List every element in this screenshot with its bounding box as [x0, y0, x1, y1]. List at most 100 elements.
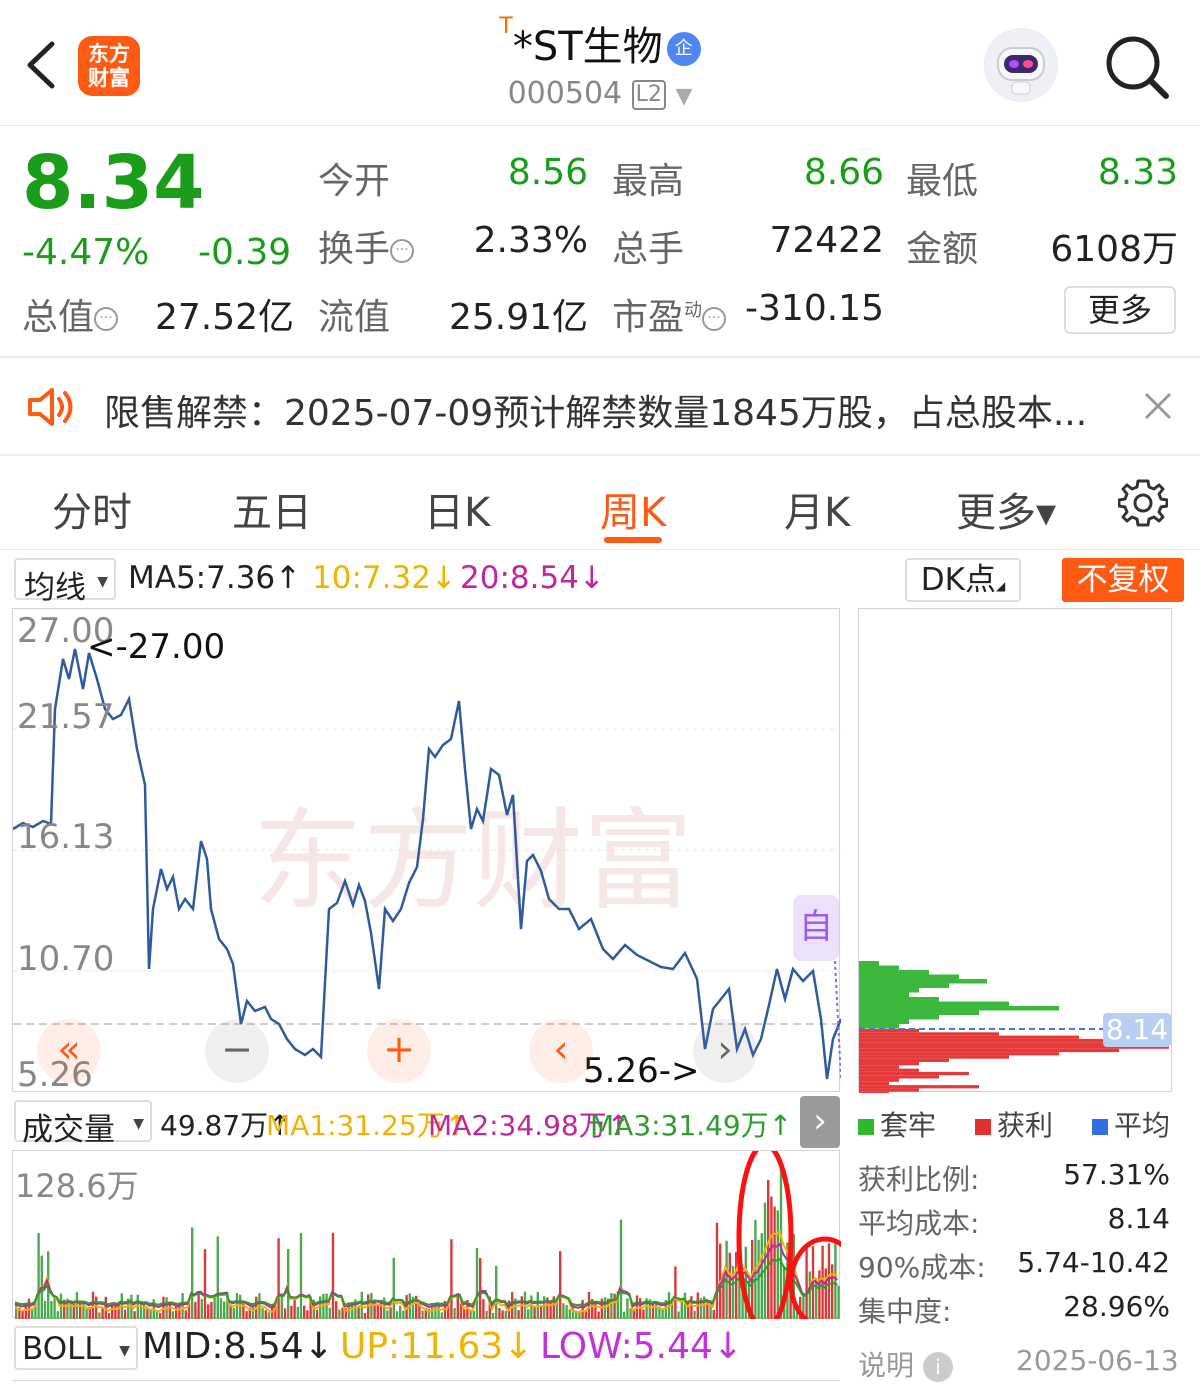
y-label-3: 16.13 [17, 817, 115, 857]
volume-bar [475, 1248, 479, 1319]
stock-code: 000504 [507, 76, 623, 111]
volume-bar [456, 1293, 459, 1319]
volume-bar [50, 1300, 53, 1319]
more-quote-button[interactable]: 更多 [1064, 286, 1176, 334]
tab-monthly-k[interactable]: 月K [784, 480, 850, 538]
stock-name: *ST生物 [512, 24, 663, 70]
self-select-marker[interactable]: 自 [793, 895, 839, 961]
tab-fenshi[interactable]: 分时 [52, 480, 132, 538]
volume-bar [693, 1310, 696, 1319]
chip-bar [859, 1062, 919, 1066]
chip-bar [859, 1001, 1009, 1006]
zoom-in-icon[interactable]: + [367, 1019, 431, 1083]
zoom-out-icon[interactable]: − [205, 1019, 269, 1083]
volume-bar [805, 1246, 808, 1319]
avg-cost-label: 平均成本: [858, 1207, 980, 1240]
volume-bar [399, 1305, 402, 1319]
chip-bar [859, 1006, 1059, 1011]
notice-text[interactable]: 限售解禁：2025-07-09预计解禁数量1845万股，占总股本... [104, 384, 1087, 436]
volume-selector[interactable]: 成交量 ▼ [14, 1100, 152, 1148]
float-value: 25.91亿 [448, 297, 588, 338]
volume-bar [296, 1306, 299, 1319]
volume-chart-panel[interactable]: 128.6万 [12, 1142, 862, 1332]
volume-bar [386, 1310, 389, 1319]
chip-bar [859, 1075, 939, 1079]
volume-bar [197, 1292, 200, 1319]
tab-daily-k[interactable]: 日K [424, 480, 490, 538]
boll-low: LOW:5.44↓ [540, 1326, 744, 1367]
volume-bar [280, 1295, 283, 1319]
high-value: 8.66 [803, 152, 884, 193]
volume-bar [210, 1301, 213, 1319]
active-tab-underline [604, 537, 662, 543]
kline-chart-panel[interactable]: 东方财富 27.00 21.57 16.13 10.70 5.26 <-27.0… [12, 608, 841, 1095]
volume-bar [261, 1308, 264, 1319]
volume-bar [495, 1265, 498, 1319]
legend-average: 平均 [1092, 1104, 1170, 1144]
tab-five-day[interactable]: 五日 [232, 480, 312, 538]
step-right-icon[interactable]: › [693, 1019, 757, 1083]
volume-bar [392, 1257, 395, 1319]
tab-weekly-k[interactable]: 周K [600, 480, 666, 538]
volume-bar [133, 1311, 136, 1319]
boll-selector[interactable]: BOLL ▼ [14, 1326, 138, 1370]
chip-bar [859, 1038, 1119, 1043]
pe-value: -310.15 [745, 288, 884, 329]
volume-bar [171, 1311, 175, 1319]
min-price-annotation: 5.26-> [583, 1051, 700, 1091]
chip-green-bars [859, 961, 1059, 1029]
dk-point-button[interactable]: DK点◢ [905, 558, 1021, 602]
chip-bar [859, 970, 929, 975]
volume-bar [79, 1302, 82, 1319]
expand-arrow-icon[interactable]: › [800, 1096, 840, 1148]
volume-bar [232, 1307, 235, 1319]
volume-bar [776, 1210, 779, 1319]
volume-bar [123, 1309, 127, 1319]
pe-label[interactable]: 市盈动 ··· [612, 288, 727, 340]
volume-bar [642, 1309, 645, 1319]
chip-bar [859, 1024, 899, 1029]
volume-bar [539, 1306, 543, 1319]
no-adjust-button[interactable]: 不复权 [1062, 558, 1184, 602]
ma-selector[interactable]: 均线 ▼ [14, 558, 116, 606]
volume-bar [827, 1243, 831, 1319]
rewind-icon[interactable]: « [37, 1019, 101, 1083]
avg-cost-tag: 8.14 [1103, 1013, 1171, 1047]
search-icon[interactable] [1102, 32, 1172, 102]
volume-bar [203, 1249, 207, 1319]
volume-bar [293, 1299, 296, 1319]
volume-bar [501, 1310, 504, 1319]
gear-icon[interactable] [1118, 478, 1168, 528]
assistant-robot-icon[interactable] [984, 28, 1058, 102]
chip-bar [859, 1055, 1009, 1059]
explain-link[interactable]: 说明 i [858, 1344, 953, 1384]
volume-bar [287, 1249, 290, 1319]
volume-bar [191, 1227, 194, 1319]
chip-bar [859, 979, 987, 984]
volume-bar [808, 1271, 811, 1319]
mktcap-label[interactable]: 总值 ··· [22, 288, 119, 340]
info-icon: ··· [94, 307, 119, 331]
volume-bar [53, 1295, 56, 1319]
step-left-icon[interactable]: ‹ [529, 1019, 593, 1083]
close-icon[interactable] [1144, 392, 1172, 420]
chip-distribution-panel[interactable]: 8.14 [858, 608, 1172, 1095]
tab-more[interactable]: 更多▾ [956, 480, 1056, 538]
max-price-annotation: <-27.00 [87, 627, 226, 667]
chip-bar [859, 1088, 919, 1092]
volume-bar [283, 1308, 287, 1319]
volume-bar [56, 1311, 59, 1319]
cost90-label: 90%成本: [858, 1251, 986, 1284]
volume-bar [223, 1301, 226, 1319]
volume-bar [482, 1299, 485, 1319]
info-icon: ··· [702, 307, 727, 331]
volume-bar [251, 1305, 255, 1319]
volume-bar [440, 1312, 443, 1319]
volume-label: 总手 [612, 229, 685, 270]
chip-bar [859, 1015, 939, 1020]
enterprise-badge-icon: 企 [666, 32, 701, 66]
concentration-value: 28.96% [1063, 1290, 1170, 1323]
turnover-label[interactable]: 换手 ··· [318, 220, 415, 272]
current-price: 8.34 [22, 140, 205, 226]
low-value: 8.33 [1097, 152, 1178, 193]
